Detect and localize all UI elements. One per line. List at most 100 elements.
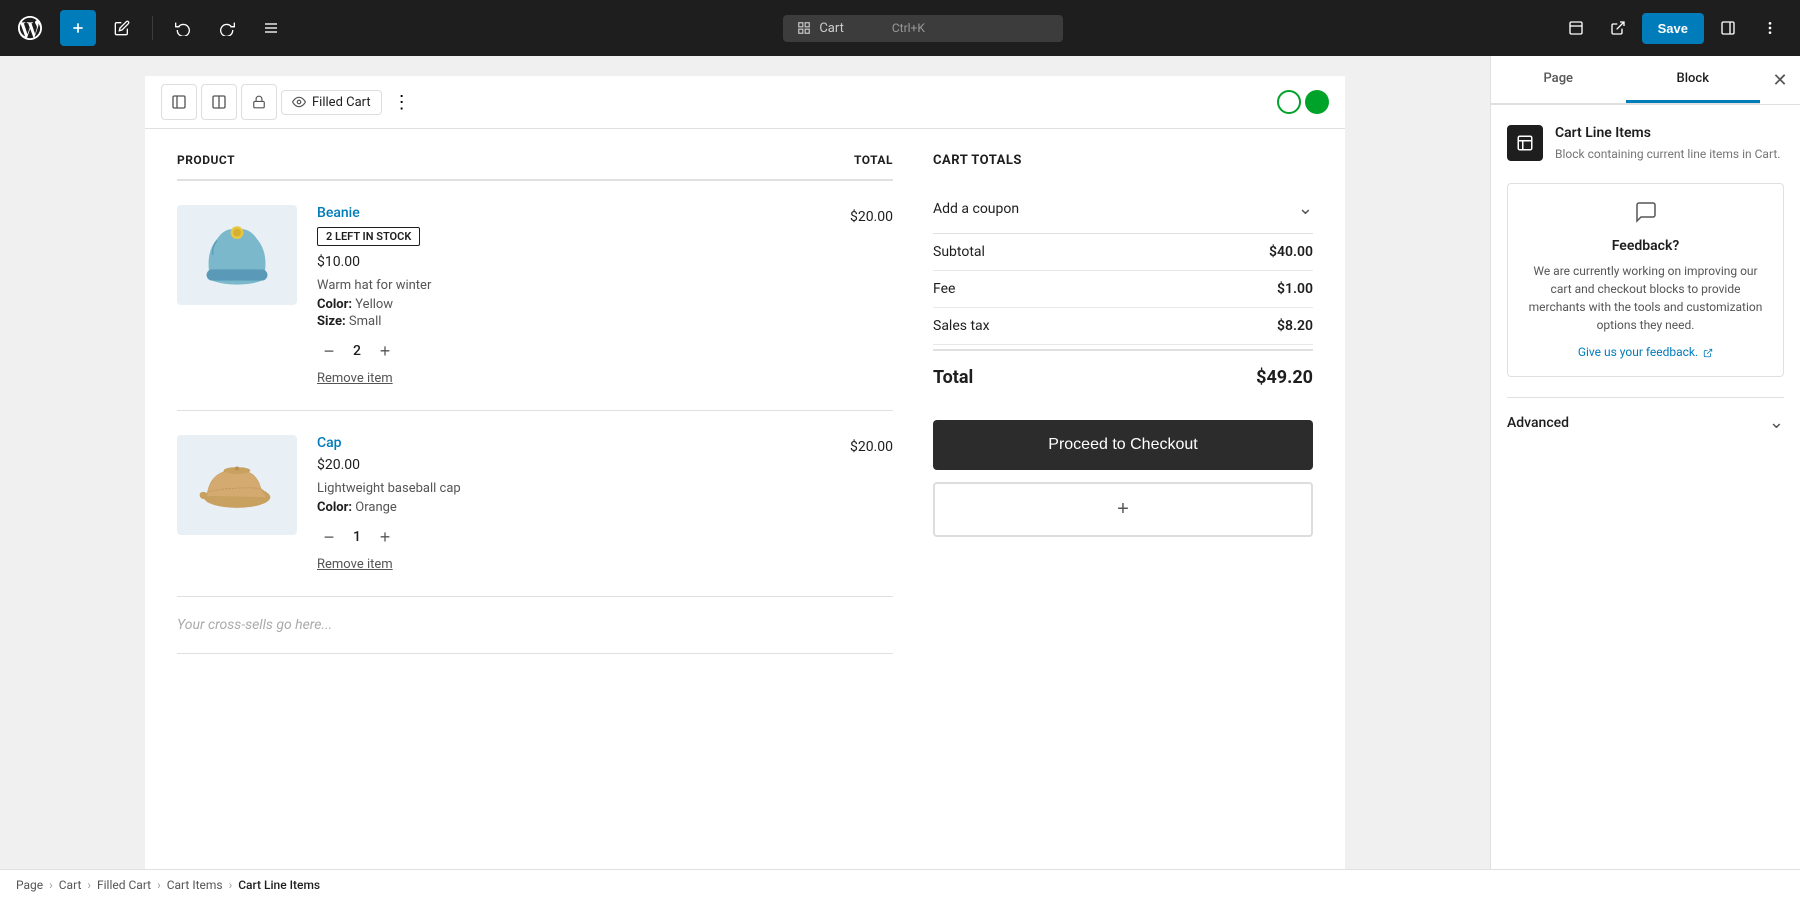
toolbar-divider-1	[152, 16, 153, 40]
add-block-button[interactable]: +	[933, 482, 1313, 537]
beanie-qty-value: 2	[349, 343, 365, 359]
cap-illustration	[197, 453, 277, 518]
beanie-qty-increase[interactable]: +	[373, 339, 397, 363]
checkout-button[interactable]: Proceed to Checkout	[933, 420, 1313, 470]
coupon-label: Add a coupon	[933, 201, 1019, 217]
redo-btn[interactable]	[209, 10, 245, 46]
lock-btn[interactable]	[241, 84, 277, 120]
add-block-toolbar-btn[interactable]	[60, 10, 96, 46]
fee-row: Fee $1.00	[933, 271, 1313, 308]
beanie-desc: Warm hat for winter	[317, 278, 830, 293]
search-shortcut: Ctrl+K	[892, 21, 925, 35]
cart-item-beanie: Beanie 2 LEFT IN STOCK $10.00 Warm hat f…	[177, 181, 893, 411]
tax-row: Sales tax $8.20	[933, 308, 1313, 345]
undo-icon	[175, 20, 191, 36]
eye-icon	[292, 95, 306, 109]
breadcrumb-bar: Page › Cart › Filled Cart › Cart Items ›…	[0, 869, 1800, 900]
beanie-illustration	[197, 215, 277, 295]
external-link-btn[interactable]	[1600, 10, 1636, 46]
panel-close-btn[interactable]: ✕	[1760, 56, 1800, 104]
block-info: Cart Line Items Block containing current…	[1507, 125, 1784, 163]
tab-block[interactable]: Block	[1626, 57, 1761, 103]
redo-icon	[219, 20, 235, 36]
toolbar-center: Cart Ctrl+K	[297, 15, 1550, 42]
list-icon	[263, 20, 279, 36]
breadcrumb-filled-cart[interactable]: Filled Cart	[97, 878, 151, 892]
block-icon	[1507, 125, 1543, 161]
cart-line-items-icon	[1516, 134, 1534, 152]
breadcrumb-cart-line-items: Cart Line Items	[238, 878, 320, 892]
panel-content: Cart Line Items Block containing current…	[1491, 105, 1800, 869]
beanie-remove-link[interactable]: Remove item	[317, 371, 393, 386]
advanced-row[interactable]: Advanced ⌄	[1507, 397, 1784, 447]
view-label-text: Filled Cart	[312, 95, 371, 110]
cap-qty-decrease[interactable]: −	[317, 525, 341, 549]
status-dot-outline	[1277, 90, 1301, 114]
wp-logo[interactable]	[12, 10, 48, 46]
tab-page[interactable]: Page	[1491, 57, 1626, 103]
beanie-stock: 2 LEFT IN STOCK	[317, 227, 420, 246]
beanie-price: $10.00	[317, 254, 830, 270]
total-row: Total $49.20	[933, 349, 1313, 404]
settings-toggle-btn[interactable]	[1710, 10, 1746, 46]
beanie-total: $20.00	[850, 205, 893, 225]
tax-value: $8.20	[1277, 318, 1313, 334]
subtotal-label: Subtotal	[933, 244, 985, 260]
feedback-icon	[1524, 200, 1767, 230]
search-bar[interactable]: Cart Ctrl+K	[783, 15, 1063, 42]
external-link-small-icon	[1703, 348, 1713, 358]
preview-layout-btn[interactable]	[1558, 10, 1594, 46]
more-vertical-icon	[1762, 20, 1778, 36]
top-toolbar: Cart Ctrl+K Save	[0, 0, 1800, 56]
breadcrumb-page[interactable]: Page	[16, 878, 43, 892]
cap-total: $20.00	[850, 435, 893, 455]
feedback-link[interactable]: Give us your feedback.	[1578, 345, 1713, 359]
total-value: $49.20	[1256, 367, 1313, 388]
edit-mode-btn[interactable]	[104, 10, 140, 46]
right-panel: Page Block ✕ Cart Line Items Block conta…	[1490, 56, 1800, 869]
undo-btn[interactable]	[165, 10, 201, 46]
lock-icon	[252, 95, 266, 109]
status-dots	[1277, 90, 1329, 114]
breadcrumb-sep-1: ›	[49, 878, 53, 892]
coupon-row[interactable]: Add a coupon ⌄	[933, 184, 1313, 234]
editor-area[interactable]: Filled Cart ⋮ PRODUCT TOTAL	[0, 56, 1490, 869]
product-col-header: PRODUCT	[177, 153, 235, 167]
block-text-info: Cart Line Items Block containing current…	[1555, 125, 1780, 163]
subtotal-value: $40.00	[1269, 244, 1313, 260]
cart-content: PRODUCT TOTAL	[145, 129, 1345, 678]
subtotal-row: Subtotal $40.00	[933, 234, 1313, 271]
search-icon	[797, 21, 811, 35]
main-area: Filled Cart ⋮ PRODUCT TOTAL	[0, 56, 1800, 869]
cap-qty-control: − 1 +	[317, 525, 830, 549]
fee-label: Fee	[933, 281, 955, 297]
panel-tabs: Page Block	[1491, 57, 1760, 104]
breadcrumb-cart[interactable]: Cart	[59, 878, 82, 892]
sidebar-icon	[1720, 20, 1736, 36]
save-button[interactable]: Save	[1642, 13, 1704, 44]
cap-name[interactable]: Cap	[317, 435, 342, 451]
block-title: Cart Line Items	[1555, 125, 1780, 141]
cap-desc: Lightweight baseball cap	[317, 481, 830, 496]
cap-color: Color: Orange	[317, 500, 830, 515]
beanie-name[interactable]: Beanie	[317, 205, 360, 221]
beanie-image	[177, 205, 297, 305]
cart-right: CART TOTALS Add a coupon ⌄ Subtotal $40.…	[933, 153, 1313, 654]
cap-details: Cap $20.00 Lightweight baseball cap Colo…	[317, 435, 830, 572]
two-col-btn[interactable]	[201, 84, 237, 120]
toolbar-right: Save	[1558, 10, 1788, 46]
cap-qty-increase[interactable]: +	[373, 525, 397, 549]
block-more-btn[interactable]: ⋮	[386, 86, 418, 118]
more-options-btn[interactable]	[1752, 10, 1788, 46]
cap-remove-link[interactable]: Remove item	[317, 557, 393, 572]
plus-icon	[70, 20, 86, 36]
beanie-qty-decrease[interactable]: −	[317, 339, 341, 363]
cap-image	[177, 435, 297, 535]
toggle-sidebar-btn[interactable]	[161, 84, 197, 120]
filled-cart-label[interactable]: Filled Cart	[281, 90, 382, 115]
list-view-btn[interactable]	[253, 10, 289, 46]
cap-qty-value: 1	[349, 529, 365, 545]
breadcrumb-cart-items[interactable]: Cart Items	[167, 878, 223, 892]
block-description: Block containing current line items in C…	[1555, 145, 1780, 163]
layout-icon	[1568, 20, 1584, 36]
